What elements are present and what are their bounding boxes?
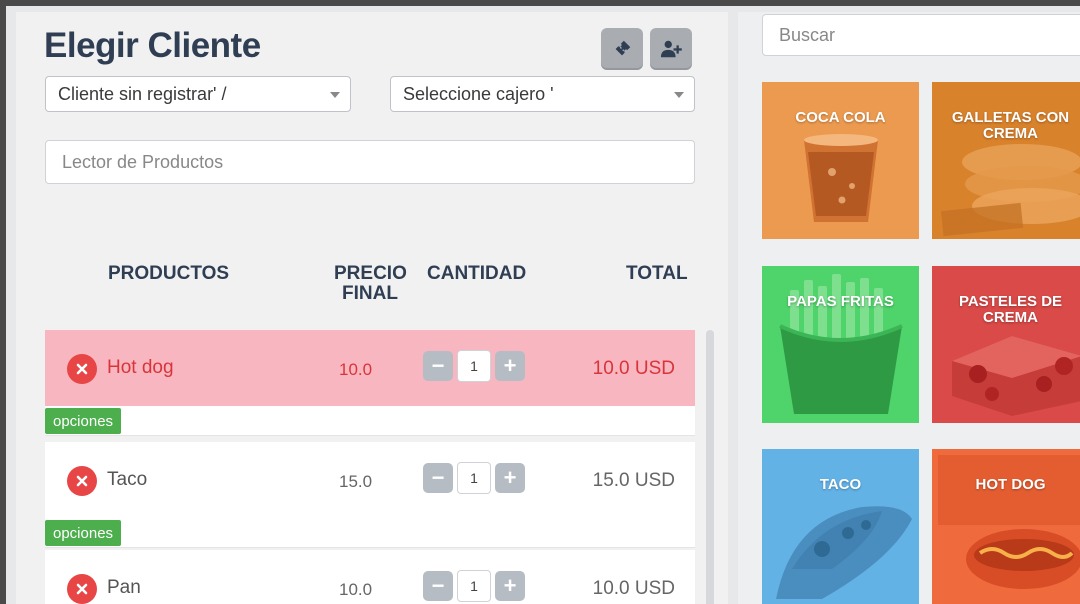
- cart-row-main: Hot dog 10.0 − 1 + 10.0 USD: [45, 330, 695, 406]
- quantity-input[interactable]: 1: [457, 350, 491, 382]
- taco-image: [762, 449, 919, 604]
- minus-icon: −: [431, 465, 445, 490]
- product-tile-label: HOT DOG: [975, 476, 1046, 493]
- product-total: 10.0 USD: [592, 358, 675, 379]
- remove-item-button[interactable]: [67, 466, 97, 496]
- minus-icon: −: [431, 573, 445, 598]
- cart-row: Taco 15.0 − 1 + 15.0 USD opciones: [45, 442, 695, 548]
- quantity-input[interactable]: 1: [457, 570, 491, 602]
- close-icon: [76, 475, 88, 487]
- cookies-image: [932, 82, 1080, 239]
- catalog-search-input[interactable]: Buscar: [762, 14, 1080, 56]
- customer-select-value: Cliente sin registrar' /: [58, 83, 227, 104]
- sale-panel: Elegir Cliente Cliente sin registrar' / …: [16, 12, 728, 604]
- app-window: Elegir Cliente Cliente sin registrar' / …: [0, 0, 1080, 604]
- product-tile-hot-dog[interactable]: HOT DOG: [932, 449, 1080, 604]
- cart-row-main: Taco 15.0 − 1 + 15.0 USD: [45, 442, 695, 518]
- catalog-search-placeholder: Buscar: [779, 24, 836, 45]
- close-icon: [76, 583, 88, 595]
- product-tile-papas-fritas[interactable]: PAPAS FRITAS: [762, 266, 919, 423]
- cart-scrollbar[interactable]: [706, 330, 714, 604]
- hot-dog-image: [932, 449, 1080, 604]
- ticket-icon: [615, 40, 631, 56]
- header-cantidad: CANTIDAD: [427, 263, 527, 284]
- page-title: Elegir Cliente: [44, 26, 261, 65]
- header-precio-final: PRECIO FINAL: [334, 263, 407, 304]
- options-button[interactable]: opciones: [45, 408, 122, 434]
- fries-image: [762, 266, 919, 423]
- product-tile-galletas-con-crema[interactable]: GALLETAS CON CREMA: [932, 82, 1080, 239]
- product-tile-taco[interactable]: TACO: [762, 449, 919, 604]
- product-total: 10.0 USD: [592, 578, 675, 599]
- cashier-select[interactable]: Seleccione cajero ': [390, 76, 695, 112]
- cart-row-main: Pan 10.0 − 1 + 10.0 USD: [45, 550, 695, 604]
- add-user-button[interactable]: [650, 28, 692, 70]
- product-name: Taco: [107, 469, 148, 490]
- close-icon: [76, 363, 88, 375]
- product-tile-coca-cola[interactable]: COCA COLA: [762, 82, 919, 239]
- product-price: 10.0: [339, 580, 373, 599]
- product-name: Pan: [107, 577, 141, 598]
- user-plus-icon: [660, 40, 682, 58]
- product-tile-pasteles-de-crema[interactable]: PASTELES DE CREMA: [932, 266, 1080, 423]
- plus-icon: +: [503, 465, 517, 490]
- ticket-button[interactable]: [601, 28, 643, 70]
- soda-cup-image: [762, 82, 919, 239]
- header-productos: PRODUCTOS: [108, 263, 230, 284]
- cart-row: Pan 10.0 − 1 + 10.0 USD: [45, 550, 695, 604]
- plus-icon: +: [503, 573, 517, 598]
- minus-icon: −: [431, 353, 445, 378]
- cake-image: [932, 266, 1080, 423]
- quantity-stepper: − 1 +: [423, 570, 525, 602]
- cart-row-options: opciones: [45, 406, 695, 436]
- quantity-stepper: − 1 +: [423, 462, 525, 494]
- customer-select[interactable]: Cliente sin registrar' /: [45, 76, 351, 112]
- product-price: 15.0: [339, 472, 373, 491]
- product-scanner-input[interactable]: Lector de Productos: [45, 140, 695, 184]
- remove-item-button[interactable]: [67, 574, 97, 604]
- cart-row-options: opciones: [45, 518, 695, 548]
- product-tile-label: PAPAS FRITAS: [787, 293, 894, 310]
- cart-row: Hot dog 10.0 − 1 + 10.0 USD opciones: [45, 330, 695, 436]
- product-tile-label: TACO: [819, 476, 862, 493]
- product-total: 15.0 USD: [592, 470, 675, 491]
- quantity-input[interactable]: 1: [457, 462, 491, 494]
- increase-quantity-button[interactable]: +: [495, 463, 525, 493]
- header-precio-line2: FINAL: [342, 283, 398, 304]
- increase-quantity-button[interactable]: +: [495, 351, 525, 381]
- header-precio-line1: PRECIO: [334, 263, 407, 284]
- product-price: 10.0: [339, 360, 373, 379]
- chevron-down-icon: [330, 92, 340, 98]
- product-scanner-placeholder: Lector de Productos: [62, 151, 224, 172]
- increase-quantity-button[interactable]: +: [495, 571, 525, 601]
- quantity-stepper: − 1 +: [423, 350, 525, 382]
- decrease-quantity-button[interactable]: −: [423, 463, 453, 493]
- decrease-quantity-button[interactable]: −: [423, 351, 453, 381]
- product-name: Hot dog: [107, 357, 174, 378]
- options-button[interactable]: opciones: [45, 520, 122, 546]
- remove-item-button[interactable]: [67, 354, 97, 384]
- product-tile-label: GALLETAS CON CREMA: [951, 109, 1070, 142]
- product-tile-label: COCA COLA: [795, 109, 886, 126]
- cashier-select-value: Seleccione cajero ': [403, 83, 554, 104]
- chevron-down-icon: [674, 92, 684, 98]
- decrease-quantity-button[interactable]: −: [423, 571, 453, 601]
- header-total: TOTAL: [626, 263, 688, 284]
- product-tile-label: PASTELES DE CREMA: [958, 293, 1063, 326]
- catalog-panel: Buscar COCA COLA GALLETAS CON CREMA PAPA…: [738, 12, 1080, 604]
- plus-icon: +: [503, 353, 517, 378]
